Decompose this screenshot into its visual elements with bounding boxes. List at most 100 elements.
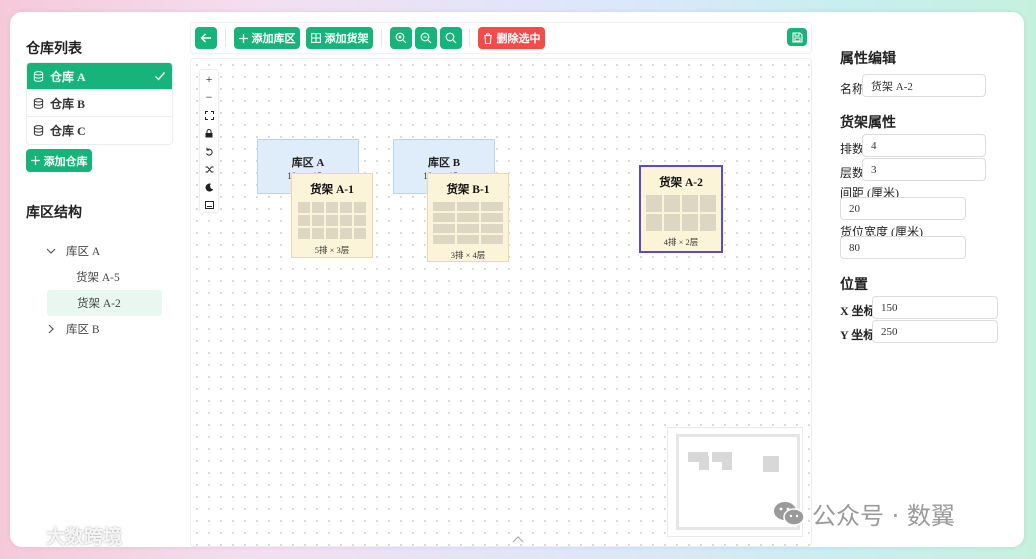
minus-icon[interactable]: − — [200, 88, 218, 106]
fit-view-icon[interactable] — [200, 106, 218, 124]
trash-icon — [483, 32, 492, 44]
grid-icon — [310, 33, 321, 43]
save-icon — [791, 31, 803, 43]
shelf-dimension: 3排 × 4层 — [450, 250, 486, 260]
zoom-in-icon — [395, 32, 407, 44]
brand-watermark: 大数跨境 — [14, 522, 122, 549]
plus-icon[interactable]: + — [200, 70, 218, 88]
database-icon — [33, 70, 44, 82]
warehouse-item-label: 仓库 B — [50, 96, 86, 111]
app-window: 仓库列表 仓库 A 仓库 B 仓库 C 添加仓库 库区结构 库区 A 货架 A-… — [10, 12, 1024, 547]
add-shelf-button[interactable]: 添加货架 — [306, 27, 373, 49]
tree-node-shelf-a2[interactable]: 货架 A-2 — [47, 290, 162, 316]
rows-input[interactable]: 4 — [862, 134, 986, 157]
chevron-down-icon[interactable] — [46, 246, 56, 256]
properties-panel: 属性编辑 名称 货架 A-2 货架属性 排数 4 层数 3 间距 (厘米) 20… — [816, 12, 1024, 547]
save-button[interactable] — [787, 28, 807, 46]
undo-icon[interactable] — [200, 142, 218, 160]
add-shelf-label: 添加货架 — [324, 33, 369, 45]
minimap-node — [699, 456, 709, 470]
warehouse-item-label: 仓库 A — [50, 69, 86, 84]
tree-node-label: 货架 A-5 — [76, 272, 120, 284]
shuffle-icon[interactable] — [200, 160, 218, 178]
add-zone-button[interactable]: 添加库区 — [234, 27, 300, 49]
rows-label: 排数 — [840, 142, 865, 156]
check-icon — [155, 72, 166, 81]
properties-title: 属性编辑 — [840, 52, 896, 67]
shelf-slots — [433, 202, 503, 244]
tree-node-label: 货架 A-2 — [77, 298, 121, 310]
shelf-name: 货架 A-1 — [310, 184, 354, 196]
shelf-a1[interactable]: 货架 A-1 5排 × 3层 — [291, 173, 373, 258]
tree-node-zone-b[interactable]: 库区 B — [46, 316, 162, 342]
warehouse-list: 仓库 A 仓库 B 仓库 C — [26, 62, 173, 145]
warehouse-item-c[interactable]: 仓库 C — [27, 117, 172, 144]
shelf-name: 货架 B-1 — [446, 184, 490, 196]
y-coordinate-input[interactable]: 250 — [872, 320, 998, 343]
plus-icon — [238, 33, 248, 43]
toolbar-divider — [225, 29, 226, 47]
brand-logo-icon — [14, 527, 40, 544]
brand-watermark-text: 大数跨境 — [46, 526, 123, 548]
add-zone-label: 添加库区 — [251, 33, 296, 45]
wechat-icon — [774, 501, 805, 526]
name-input[interactable]: 货架 A-2 — [862, 74, 986, 97]
shelf-b1[interactable]: 货架 B-1 3排 × 4层 — [427, 173, 509, 262]
lock-icon[interactable] — [200, 124, 218, 142]
zone-structure-title: 库区结构 — [26, 206, 82, 221]
zoom-in-button[interactable] — [390, 27, 412, 49]
image-icon[interactable] — [200, 196, 218, 214]
delete-selected-label: 删除选中 — [496, 33, 541, 45]
left-sidebar: 仓库列表 仓库 A 仓库 B 仓库 C 添加仓库 库区结构 库区 A 货架 A-… — [10, 12, 186, 547]
zone-name: 库区 A — [291, 157, 325, 169]
shelf-name: 货架 A-2 — [659, 177, 703, 189]
shelf-dimension: 5排 × 3层 — [314, 245, 350, 255]
toolbar-divider — [469, 29, 470, 47]
x-coordinate-label: X 坐标 — [840, 304, 876, 318]
add-warehouse-label: 添加仓库 — [43, 155, 88, 168]
canvas-tools: + − — [199, 69, 219, 213]
back-button[interactable] — [195, 27, 217, 49]
y-coordinate-label: Y 坐标 — [840, 328, 876, 342]
tree-node-zone-a[interactable]: 库区 A — [46, 238, 162, 264]
moon-icon[interactable] — [200, 178, 218, 196]
name-label: 名称 — [840, 82, 865, 96]
shelf-properties-title: 货架属性 — [840, 116, 896, 131]
chevron-right-icon[interactable] — [46, 324, 56, 334]
minimap-node — [722, 456, 732, 470]
shelf-a2[interactable]: 货架 A-2 4排 × 2层 — [639, 165, 723, 253]
tree-node-shelf-a5[interactable]: 货架 A-5 — [46, 264, 162, 290]
plus-icon — [30, 156, 40, 165]
warehouse-item-a[interactable]: 仓库 A — [27, 63, 172, 90]
layers-label: 层数 — [840, 166, 865, 180]
tree-node-label: 库区 A — [66, 246, 101, 258]
delete-selected-button[interactable]: 删除选中 — [478, 27, 545, 49]
layers-input[interactable]: 3 — [862, 158, 986, 181]
top-toolbar: 添加库区 添加货架 删除选中 — [190, 22, 812, 54]
x-coordinate-input[interactable]: 150 — [872, 296, 998, 319]
warehouse-item-label: 仓库 C — [50, 124, 86, 138]
layout-canvas[interactable]: + − 库区 A 10m × 15m — [190, 58, 812, 547]
minimap-node — [763, 456, 779, 472]
zoom-out-button[interactable] — [415, 27, 437, 49]
warehouse-list-title: 仓库列表 — [26, 42, 82, 57]
search-icon — [445, 32, 457, 44]
wechat-watermark: 公众号 · 数翼 — [772, 496, 955, 531]
shelf-slots — [298, 202, 366, 239]
shelf-slots — [646, 195, 716, 231]
shelf-dimension: 4排 × 2层 — [663, 237, 699, 247]
position-title: 位置 — [840, 278, 868, 293]
arrow-left-icon — [200, 33, 211, 43]
database-icon — [33, 125, 44, 136]
warehouse-item-b[interactable]: 仓库 B — [27, 90, 172, 117]
chevron-up-icon[interactable] — [510, 534, 526, 544]
toolbar-divider — [381, 29, 382, 47]
spacing-input[interactable]: 20 — [840, 197, 966, 220]
add-warehouse-button[interactable]: 添加仓库 — [26, 149, 92, 172]
wechat-watermark-text: 公众号 · 数翼 — [812, 502, 955, 530]
zone-tree: 库区 A 货架 A-5 货架 A-2 库区 B — [46, 238, 162, 342]
zoom-out-icon — [420, 32, 432, 44]
database-icon — [33, 97, 44, 109]
slot-width-input[interactable]: 80 — [840, 236, 966, 259]
zoom-reset-button[interactable] — [440, 27, 462, 49]
